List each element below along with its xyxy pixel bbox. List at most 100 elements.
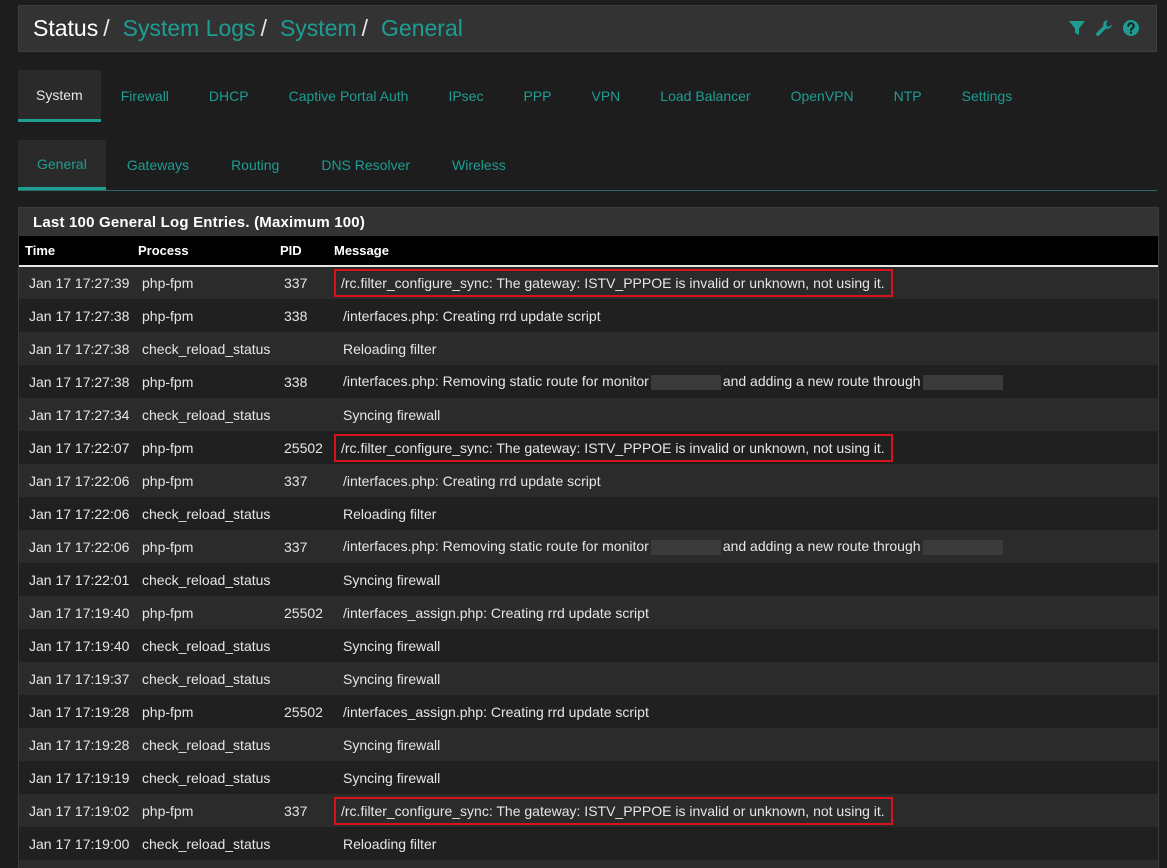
- log-message: Syncing firewall: [343, 637, 441, 654]
- log-time: Jan 17 17:27:38: [29, 307, 130, 324]
- table-row: Jan 17 17:22:06 php-fpm 337/interfaces.php…: [19, 464, 1158, 497]
- breadcrumb-general[interactable]: General: [381, 17, 463, 40]
- subtab-general[interactable]: General: [18, 140, 106, 190]
- log-pid: [274, 761, 328, 794]
- log-time: Jan 17 17:19:00: [29, 835, 130, 852]
- table-row: Jan 17 17:22:07 php-fpm 25502/rc.filter_co…: [19, 431, 1158, 464]
- tab-firewall[interactable]: Firewall: [101, 70, 189, 122]
- log-pid: 25502: [284, 604, 323, 621]
- log-time: Jan 17 17:22:06: [29, 472, 130, 489]
- log-message: Syncing firewall: [343, 406, 441, 423]
- log-process: check_reload_status: [142, 505, 271, 522]
- table-row: Jan 17 17:27:38 php-fpm 338/interfaces.php…: [19, 365, 1158, 398]
- tab-ntp[interactable]: NTP: [874, 70, 942, 122]
- log-pid: 337: [284, 802, 308, 819]
- tab-ppp[interactable]: PPP: [503, 70, 571, 122]
- log-process: php-fpm: [142, 439, 194, 456]
- log-pid: [274, 398, 328, 431]
- log-pid: [274, 332, 328, 365]
- log-process: php-fpm: [142, 703, 194, 720]
- column-header-time[interactable]: Time: [19, 236, 132, 267]
- log-category-tabs: System Firewall DHCP Captive Portal Auth…: [18, 70, 1157, 122]
- log-message-part: and adding a new route through: [722, 538, 921, 555]
- redacted-ip: [922, 539, 1003, 555]
- breadcrumb-bar: Status / System Logs / System / General: [18, 5, 1157, 52]
- log-process: check_reload_status: [142, 670, 271, 687]
- log-process: check_reload_status: [142, 769, 271, 786]
- system-subtabs: General Gateways Routing DNS Resolver Wi…: [18, 140, 1157, 191]
- log-process: check_reload_status: [142, 406, 271, 423]
- breadcrumb-system[interactable]: System: [280, 17, 357, 40]
- log-message: /interfaces_assign.php: Creating rrd upd…: [343, 703, 649, 720]
- log-pid: 338: [284, 373, 308, 390]
- tab-system[interactable]: System: [18, 70, 101, 122]
- filter-icon[interactable]: [1068, 19, 1086, 37]
- log-message: /interfaces.php: Creating rrd update scr…: [343, 307, 601, 324]
- tab-settings[interactable]: Settings: [942, 70, 1033, 122]
- tab-load-balancer[interactable]: Load Balancer: [640, 70, 770, 122]
- tab-captive-portal-auth[interactable]: Captive Portal Auth: [269, 70, 429, 122]
- table-row: [19, 860, 1158, 868]
- log-time: Jan 17 17:22:07: [29, 439, 130, 456]
- column-header-process[interactable]: Process: [132, 236, 274, 267]
- tab-openvpn[interactable]: OpenVPN: [771, 70, 874, 122]
- tab-vpn[interactable]: VPN: [571, 70, 640, 122]
- log-table-body: Jan 17 17:27:39 php-fpm 337/rc.filter_conf…: [19, 266, 1158, 868]
- table-row: Jan 17 17:22:06 check_reload_status Reload…: [19, 497, 1158, 530]
- log-message: /interfaces.php: Removing static route f…: [328, 530, 1158, 563]
- log-message: /interfaces_assign.php: Creating rrd upd…: [343, 604, 649, 621]
- table-row: Jan 17 17:22:06 php-fpm 337/interfaces.php…: [19, 530, 1158, 563]
- column-header-message[interactable]: Message: [328, 236, 1158, 267]
- table-row: Jan 17 17:19:40 check_reload_status Syncin…: [19, 629, 1158, 662]
- column-header-pid[interactable]: PID: [274, 236, 328, 267]
- table-row: Jan 17 17:19:02 php-fpm 337/rc.filter_conf…: [19, 794, 1158, 827]
- log-pid: 337: [284, 275, 308, 291]
- log-time: Jan 17 17:19:19: [29, 769, 130, 786]
- table-row: Jan 17 17:27:34 check_reload_status Syncin…: [19, 398, 1158, 431]
- log-process: php-fpm: [142, 604, 194, 621]
- log-time: Jan 17 17:19:02: [29, 802, 130, 819]
- log-message: Reloading filter: [343, 340, 437, 357]
- log-pid: [274, 860, 328, 868]
- redacted-ip: [922, 374, 1003, 390]
- log-message: Syncing firewall: [343, 769, 441, 786]
- breadcrumb-separator: /: [260, 15, 267, 41]
- redacted-ip: [650, 539, 721, 555]
- log-message: Syncing firewall: [343, 571, 441, 588]
- log-time: Jan 17 17:22:06: [29, 538, 130, 555]
- log-time: Jan 17 17:22:01: [29, 571, 130, 588]
- breadcrumb-system-logs[interactable]: System Logs: [123, 17, 256, 40]
- log-process: [132, 860, 274, 868]
- log-message: Syncing firewall: [343, 670, 441, 687]
- log-message: /interfaces.php: Creating rrd update scr…: [343, 472, 601, 489]
- header-icons: [1068, 19, 1140, 37]
- panel-title: Last 100 General Log Entries. (Maximum 1…: [19, 208, 1158, 236]
- log-process: check_reload_status: [142, 637, 271, 654]
- log-time: Jan 17 17:27:38: [29, 340, 130, 357]
- log-pid: 25502: [284, 439, 323, 456]
- subtab-dns-resolver[interactable]: DNS Resolver: [300, 140, 431, 190]
- log-process: php-fpm: [142, 538, 194, 555]
- log-pid: [274, 629, 328, 662]
- table-row: Jan 17 17:27:38 php-fpm 338/interfaces.php…: [19, 299, 1158, 332]
- log-pid: [274, 662, 328, 695]
- breadcrumb-status[interactable]: Status: [33, 17, 98, 40]
- log-process: check_reload_status: [142, 571, 271, 588]
- table-row: Jan 17 17:22:01 check_reload_status Syncin…: [19, 563, 1158, 596]
- subtab-wireless[interactable]: Wireless: [431, 140, 527, 190]
- subtab-gateways[interactable]: Gateways: [106, 140, 210, 190]
- log-message-part: and adding a new route through: [722, 373, 921, 390]
- tab-ipsec[interactable]: IPsec: [428, 70, 503, 122]
- log-time: Jan 17 17:19:28: [29, 703, 130, 720]
- breadcrumb-separator: /: [361, 15, 369, 41]
- tab-dhcp[interactable]: DHCP: [189, 70, 269, 122]
- log-process: check_reload_status: [142, 835, 271, 852]
- help-icon[interactable]: [1122, 19, 1140, 37]
- table-row: Jan 17 17:19:28 php-fpm 25502/interfaces_a…: [19, 695, 1158, 728]
- log-message: /rc.filter_configure_sync: The gateway: …: [328, 266, 1158, 299]
- subtab-routing[interactable]: Routing: [210, 140, 300, 190]
- wrench-icon[interactable]: [1095, 19, 1113, 37]
- table-row: Jan 17 17:27:39 php-fpm 337/rc.filter_conf…: [19, 266, 1158, 299]
- log-message: /rc.filter_configure_sync: The gateway: …: [328, 794, 1158, 827]
- table-row: Jan 17 17:27:38 check_reload_status Reload…: [19, 332, 1158, 365]
